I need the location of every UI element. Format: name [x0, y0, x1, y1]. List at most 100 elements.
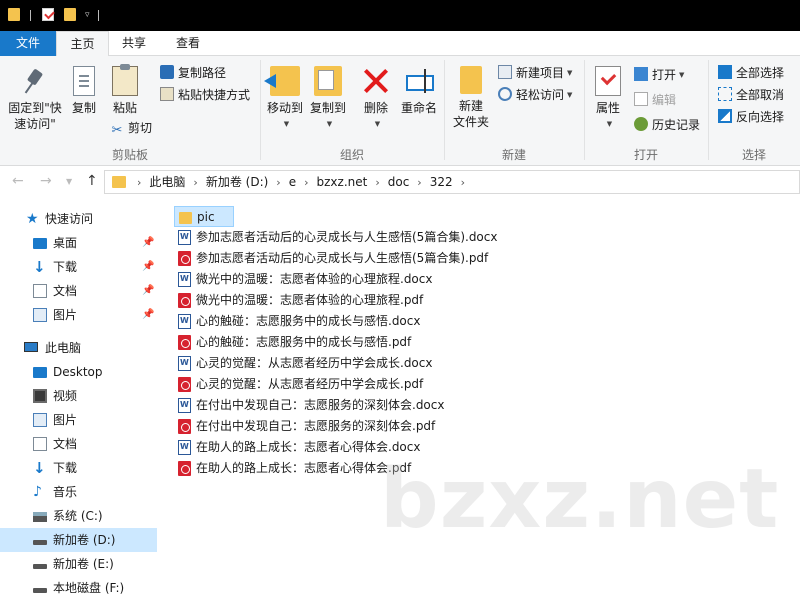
tab-view[interactable]: 查看: [160, 31, 216, 56]
breadcrumb-separator[interactable]: ›: [133, 172, 145, 194]
breadcrumb-doc[interactable]: doc: [384, 171, 414, 193]
delete-label: 删除: [363, 101, 388, 115]
breadcrumb-separator[interactable]: ›: [413, 172, 425, 194]
nav-drive-c[interactable]: 系统 (C:): [0, 504, 157, 528]
organize-group-label: 组织: [339, 148, 364, 162]
folder-icon: [179, 212, 192, 224]
easy-access-button[interactable]: 轻松访问 ▼: [498, 85, 572, 105]
file-name: 微光中的温暖：志愿者体验的心理旅程.docx: [196, 272, 433, 286]
nav-drive-f[interactable]: 本地磁盘 (F:): [0, 576, 157, 600]
nav-pictures-pinned[interactable]: 图片 📌: [0, 303, 157, 327]
address-bar[interactable]: › 此电脑 › 新加卷 (D:) › e › bzxz.net › doc › 322 ›: [104, 170, 800, 194]
nav-documents[interactable]: 文档: [0, 432, 157, 456]
open-button[interactable]: 打开 ▼: [634, 65, 684, 85]
paste-button[interactable]: 粘贴: [106, 64, 144, 116]
file-name: 在助人的路上成长：志愿者心得体会.pdf: [196, 461, 412, 475]
tab-file[interactable]: 文件: [0, 31, 56, 56]
pin-quick-access-button[interactable]: 固定到"快 速访问": [4, 66, 66, 132]
rename-button[interactable]: 重命名: [398, 66, 440, 116]
invert-selection-label: 反向选择: [736, 110, 785, 124]
nav-label: 本地磁盘 (F:): [53, 581, 125, 595]
rename-label: 重命名: [400, 101, 437, 115]
copy-path-button[interactable]: 复制路径: [160, 63, 226, 83]
select-none-button[interactable]: 全部取消: [718, 85, 784, 105]
nav-this-pc[interactable]: 此电脑: [0, 336, 157, 360]
nav-downloads-pinned[interactable]: ↓ 下载 📌: [0, 255, 157, 279]
new-folder-icon: [460, 66, 482, 94]
recent-locations-chevron-icon[interactable]: ▼: [66, 177, 72, 186]
drive-icon: [33, 564, 47, 569]
breadcrumb-separator[interactable]: ›: [189, 172, 201, 194]
copy-to-button[interactable]: 复制到 ▼: [306, 66, 350, 132]
copy-label: 复制: [71, 101, 96, 115]
pin-icon: [22, 66, 48, 96]
paste-shortcut-button[interactable]: 粘贴快捷方式: [160, 85, 250, 105]
file-name: 心的触碰：志愿服务中的成长与感悟.pdf: [196, 335, 412, 349]
pin-icon[interactable]: 📌: [142, 255, 154, 279]
select-all-icon: [718, 65, 732, 79]
breadcrumb-this-pc[interactable]: 此电脑: [145, 171, 189, 193]
properties-button[interactable]: 属性 ▼: [590, 66, 626, 132]
scissors-icon: ✂: [111, 123, 123, 138]
toolbar-separator: [30, 10, 31, 21]
chevron-down-icon: ▼: [283, 120, 290, 128]
pdf-icon: [178, 335, 191, 350]
new-folder-button[interactable]: 新建 文件夹: [450, 66, 492, 130]
nav-documents-pinned[interactable]: 文档 📌: [0, 279, 157, 303]
nav-downloads[interactable]: ↓ 下载: [0, 456, 157, 480]
new-folder-icon[interactable]: [64, 8, 76, 21]
pin-icon[interactable]: 📌: [142, 231, 154, 255]
select-group-label: 选择: [741, 148, 766, 162]
address-bar-row: ← → ▼ ↑ › 此电脑 › 新加卷 (D:) › e › bzxz.net › doc › 322…: [0, 167, 800, 197]
folder-icon: [8, 8, 20, 21]
customize-dropdown-icon[interactable]: ▿: [85, 10, 90, 20]
open-group-label: 打开: [633, 148, 658, 162]
nav-drive-e[interactable]: 新加卷 (E:): [0, 552, 157, 576]
edit-button[interactable]: 编辑: [634, 90, 676, 110]
move-to-button[interactable]: 移动到 ▼: [264, 66, 306, 132]
breadcrumb-e[interactable]: e: [285, 171, 300, 193]
nav-label: 下载: [53, 461, 78, 475]
nav-videos[interactable]: 视频: [0, 384, 157, 408]
breadcrumb-separator[interactable]: ›: [300, 172, 312, 194]
new-group-label: 新建: [501, 148, 526, 162]
history-button[interactable]: 历史记录: [634, 115, 700, 135]
nav-music[interactable]: ♪ 音乐: [0, 480, 157, 504]
cut-button[interactable]: ✂ 剪切: [110, 118, 152, 138]
breadcrumb-322[interactable]: 322: [426, 171, 457, 193]
nav-desktop[interactable]: Desktop: [0, 360, 157, 384]
nav-desktop-pinned[interactable]: 桌面 📌: [0, 231, 157, 255]
nav-drive-d[interactable]: 新加卷 (D:): [0, 528, 157, 552]
breadcrumb-separator[interactable]: ›: [457, 172, 469, 194]
document-icon: [33, 437, 47, 451]
select-all-button[interactable]: 全部选择: [718, 63, 784, 83]
nav-label: 系统 (C:): [53, 509, 103, 523]
delete-button[interactable]: 删除 ▼: [358, 66, 394, 132]
up-arrow-icon[interactable]: ↑: [86, 173, 98, 189]
edit-icon: [634, 92, 648, 106]
select-none-label: 全部取消: [736, 88, 785, 102]
tab-share[interactable]: 共享: [110, 31, 158, 56]
breadcrumb-separator[interactable]: ›: [272, 172, 284, 194]
back-arrow-icon[interactable]: ←: [12, 173, 24, 189]
system-drive-icon: [33, 512, 47, 522]
nav-pictures[interactable]: 图片: [0, 408, 157, 432]
pin-icon[interactable]: 📌: [142, 279, 154, 303]
download-icon: ↓: [33, 459, 46, 477]
breadcrumb-separator[interactable]: ›: [371, 172, 383, 194]
tab-home[interactable]: 主页: [56, 31, 109, 57]
file-name: 心的触碰：志愿服务中的成长与感悟.docx: [196, 314, 421, 328]
breadcrumb-bzxz[interactable]: bzxz.net: [313, 171, 372, 193]
chevron-down-icon: ▼: [679, 71, 685, 79]
invert-selection-button[interactable]: 反向选择: [718, 107, 784, 127]
forward-arrow-icon[interactable]: →: [40, 173, 52, 189]
nav-quick-access[interactable]: ★ 快速访问: [0, 207, 157, 231]
properties-icon[interactable]: [42, 8, 54, 21]
list-item-folder-pic[interactable]: pic: [174, 206, 234, 227]
copy-button[interactable]: 复制: [66, 66, 102, 116]
select-all-label: 全部选择: [736, 66, 785, 80]
breadcrumb-drive-d[interactable]: 新加卷 (D:): [202, 171, 272, 193]
new-item-button[interactable]: 新建项目 ▼: [498, 63, 572, 83]
folder-icon: [112, 176, 126, 188]
pin-icon[interactable]: 📌: [142, 303, 154, 327]
